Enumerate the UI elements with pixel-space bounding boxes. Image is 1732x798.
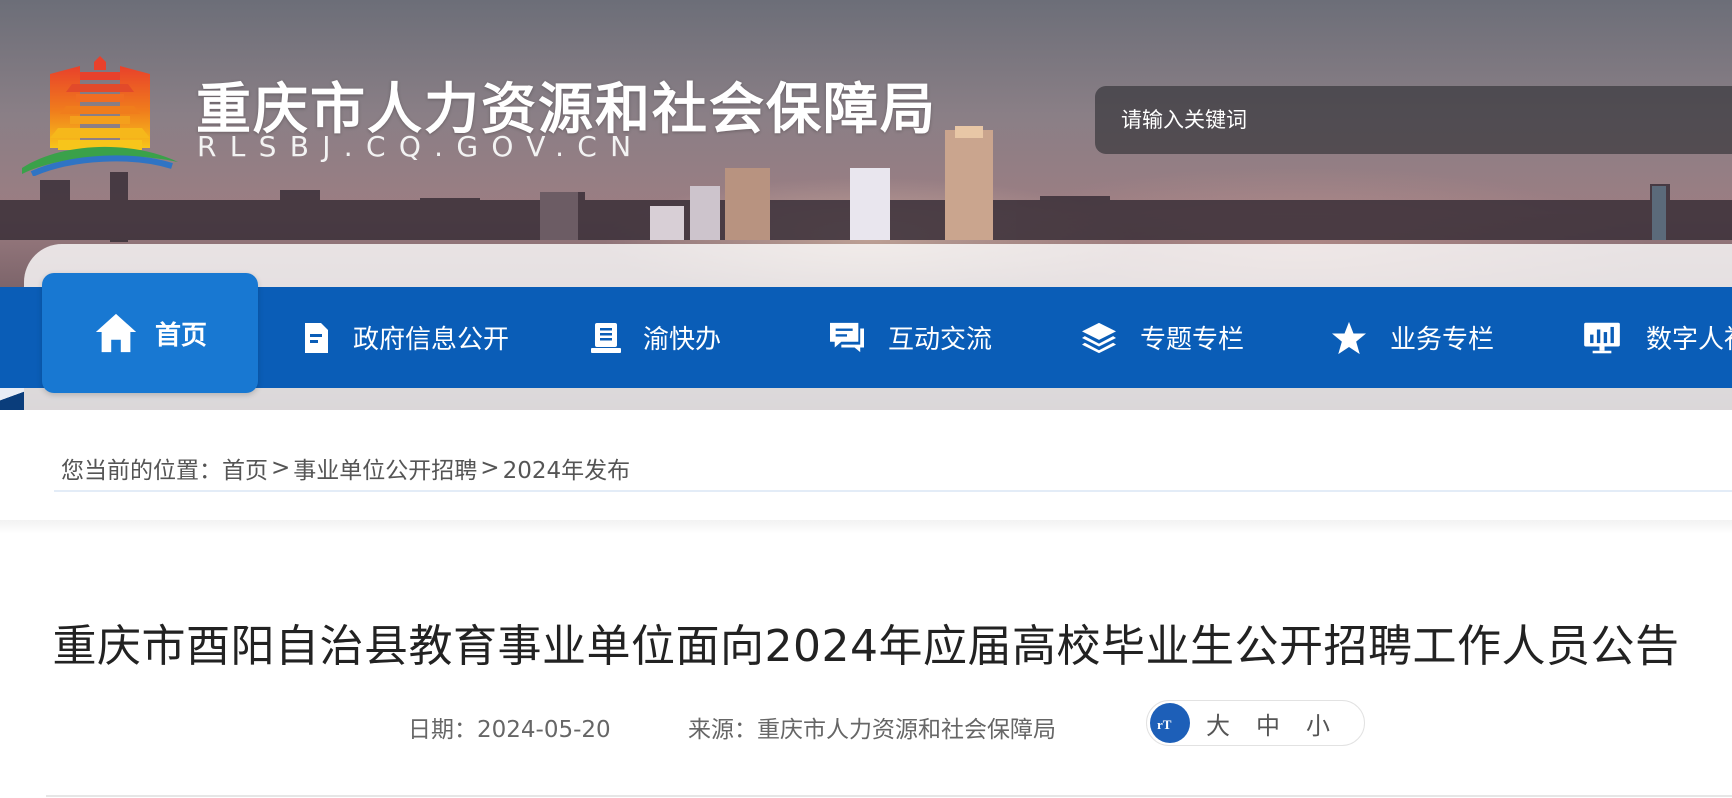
search-box[interactable] bbox=[1095, 86, 1732, 154]
temple-emblem-logo bbox=[22, 56, 178, 176]
nav-item-label: 专题专栏 bbox=[1140, 325, 1245, 355]
font-size-icon: rT bbox=[1150, 703, 1190, 743]
home-icon bbox=[95, 313, 137, 353]
breadcrumb-2024-link[interactable]: 2024年发布 bbox=[503, 451, 631, 485]
font-size-small-button[interactable]: 小 bbox=[1306, 706, 1330, 741]
nav-item-label: 互动交流 bbox=[888, 325, 993, 355]
nav-item-digital-hrss[interactable]: 数字人社 bbox=[1578, 287, 1732, 388]
font-size-large-button[interactable]: 大 bbox=[1206, 706, 1230, 741]
font-size-switcher: rT 大 中 小 bbox=[1146, 700, 1365, 746]
nav-item-label: 渝快办 bbox=[643, 325, 722, 355]
svg-text:rT: rT bbox=[1157, 717, 1172, 732]
nav-item-gov-info[interactable]: 政府信息公开 bbox=[299, 287, 509, 388]
article-date: 日期：2024-05-20 bbox=[408, 717, 611, 743]
chat-icon bbox=[830, 322, 864, 352]
article-meta: 日期：2024-05-20 来源：重庆市人力资源和社会保障局 rT 大 中 小 bbox=[0, 700, 1732, 746]
breadcrumb-separator: > bbox=[271, 455, 291, 481]
breadcrumb: 您当前的位置： 首页 > 事业单位公开招聘 > 2024年发布 bbox=[54, 446, 1732, 492]
nav-corner-decoration bbox=[0, 388, 24, 410]
breadcrumb-recruitment-link[interactable]: 事业单位公开招聘 bbox=[293, 451, 477, 485]
search-input[interactable] bbox=[1119, 107, 1623, 133]
breadcrumb-home-link[interactable]: 首页 bbox=[222, 451, 268, 485]
article-title: 重庆市酉阳自治县教育事业单位面向2024年应届高校毕业生公开招聘工作人员公告 bbox=[52, 621, 1680, 672]
section-shadow bbox=[0, 520, 1732, 534]
article-source: 来源：重庆市人力资源和社会保障局 bbox=[688, 717, 1056, 743]
nav-item-interaction[interactable]: 互动交流 bbox=[826, 287, 992, 388]
book-icon bbox=[591, 322, 621, 353]
nav-item-label: 首页 bbox=[154, 320, 207, 351]
content-divider bbox=[46, 795, 1732, 797]
nav-item-home[interactable]: 首页 bbox=[42, 273, 258, 393]
main-navigation: 首页 政府信息公开 渝快办 互动交流 专题专栏 业务专栏 数字人 bbox=[0, 273, 1732, 393]
nav-item-label: 业务专栏 bbox=[1390, 325, 1495, 355]
nav-item-label: 数字人社 bbox=[1646, 325, 1732, 355]
font-size-medium-button[interactable]: 中 bbox=[1256, 706, 1280, 741]
nav-item-label: 政府信息公开 bbox=[353, 325, 510, 355]
site-domain: RLSBJ.CQ.GOV.CN bbox=[197, 130, 645, 163]
layers-icon bbox=[1082, 322, 1116, 353]
monitor-chart-icon bbox=[1584, 322, 1620, 353]
star-icon bbox=[1332, 321, 1366, 354]
breadcrumb-separator: > bbox=[480, 455, 500, 481]
nav-item-special-topics[interactable]: 专题专栏 bbox=[1078, 287, 1244, 388]
breadcrumb-prefix: 您当前的位置： bbox=[61, 458, 222, 484]
nav-item-business[interactable]: 业务专栏 bbox=[1328, 287, 1494, 388]
nav-item-yukuaiban[interactable]: 渝快办 bbox=[589, 287, 721, 388]
document-icon bbox=[305, 322, 328, 353]
